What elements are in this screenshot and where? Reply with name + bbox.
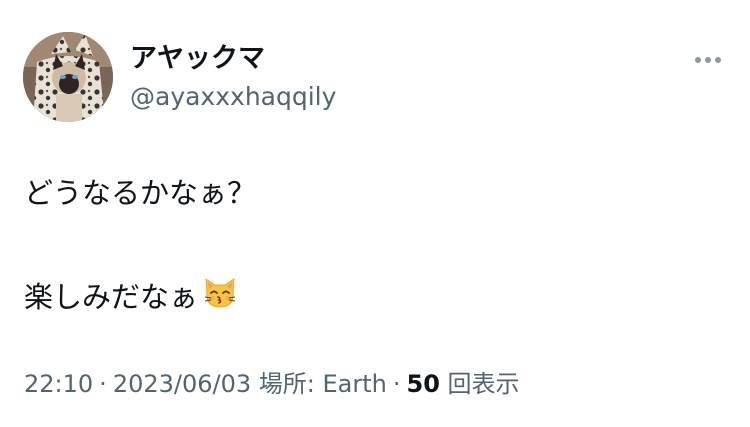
tweet-text-line-1: どうなるかなぁ？ xyxy=(24,176,257,210)
user-handle[interactable]: @ayaxxxhaqqily xyxy=(130,81,336,113)
tweet-meta: 22:10 · 2023/06/03 場所: Earth · 50 回表示 xyxy=(24,368,520,400)
tweet-text-line-2: 楽しみだなぁ xyxy=(24,277,239,320)
views-label: 回表示 xyxy=(447,370,520,398)
more-dot xyxy=(715,57,721,63)
meta-separator: · xyxy=(392,370,401,398)
tweet-text-line-2-text: 楽しみだなぁ xyxy=(24,280,199,314)
tweet-date[interactable]: 2023/06/03 xyxy=(113,370,251,398)
siamese-cat-avatar-icon xyxy=(23,32,113,122)
views-count[interactable]: 50 xyxy=(407,370,440,398)
tweet-time[interactable]: 22:10 xyxy=(24,370,93,398)
more-horizontal-icon xyxy=(695,57,701,63)
tweet-location: 場所: Earth xyxy=(258,370,387,398)
kissing-cat-face-icon xyxy=(201,273,239,320)
avatar[interactable] xyxy=(23,32,113,122)
display-name[interactable]: アヤックマ xyxy=(130,42,265,76)
tweet-card: アヤックマ @ayaxxxhaqqily どうなるかなぁ？ 楽しみだなぁ 22:… xyxy=(0,0,750,427)
more-options-button[interactable] xyxy=(688,46,728,74)
meta-separator: · xyxy=(99,370,107,398)
more-dot xyxy=(705,57,711,63)
